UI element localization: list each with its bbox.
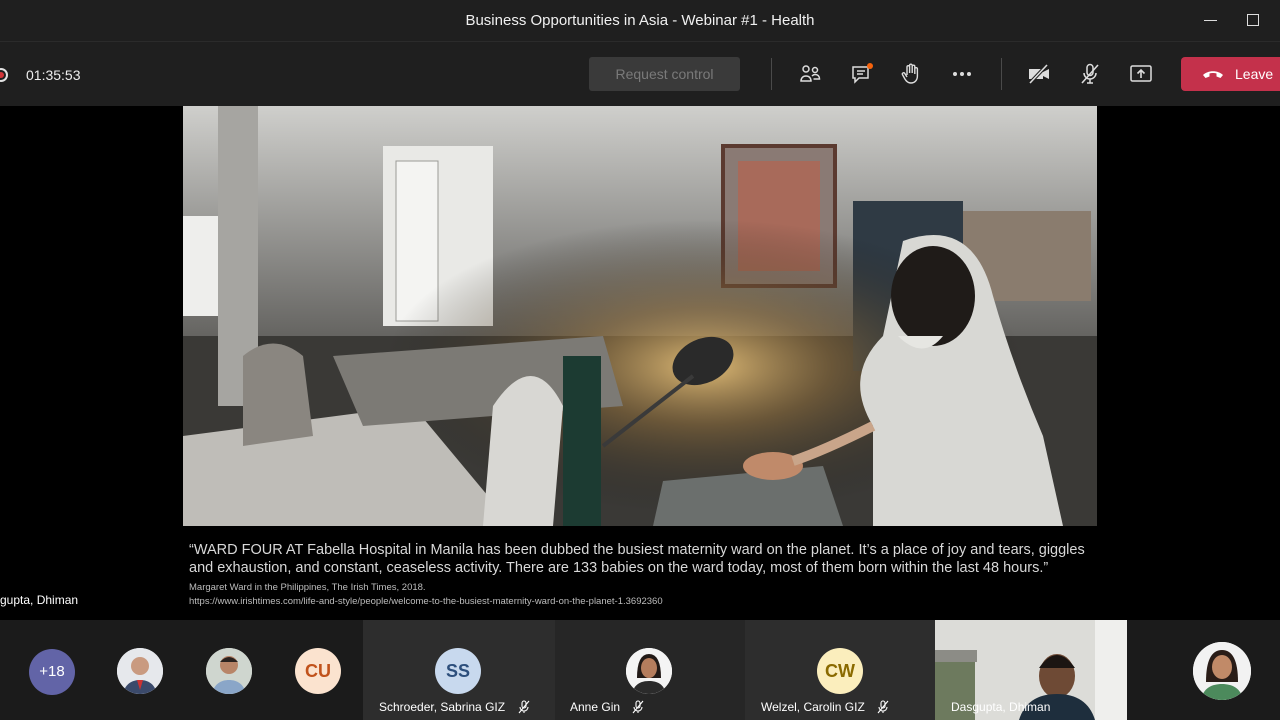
presenter-name: gupta, Dhiman (0, 593, 79, 607)
participant-tile[interactable]: Anne Gin (555, 620, 745, 720)
toolbar-divider (771, 58, 772, 90)
request-control-button[interactable]: Request control (589, 57, 740, 91)
caption-quote: “WARD FOUR AT Fabella Hospital in Manila… (189, 542, 1085, 576)
participant-tile[interactable]: SS Schroeder, Sabrina GIZ (363, 620, 555, 720)
meeting-controls: 01:35:53 Request control Leave (0, 42, 1280, 106)
title-bar: Business Opportunities in Asia - Webinar… (0, 0, 1280, 42)
caption-source: Margaret Ward in the Philippines, The Ir… (189, 582, 426, 593)
self-avatar[interactable] (1193, 642, 1251, 700)
participant-name: Schroeder, Sabrina GIZ (379, 700, 506, 714)
avatar: CW (817, 648, 863, 694)
avatar[interactable] (206, 648, 252, 694)
toolbar-divider (1001, 58, 1002, 90)
raise-hand-icon[interactable] (899, 62, 923, 86)
participant-tile[interactable]: CW Welzel, Carolin GIZ (745, 620, 935, 720)
recording-icon (0, 68, 8, 82)
shared-content-stage: “WARD FOUR AT Fabella Hospital in Manila… (0, 106, 1280, 620)
phone-hangup-icon (1203, 71, 1223, 78)
more-options-icon[interactable] (950, 62, 974, 86)
avatar: SS (435, 648, 481, 694)
avatar[interactable] (117, 648, 163, 694)
camera-off-icon[interactable] (1027, 62, 1051, 86)
participant-gallery: +18 CU SS Schroeder, Sabrina GIZ Anne Gi… (0, 620, 1280, 720)
participant-name: Welzel, Carolin GIZ (761, 700, 865, 714)
participant-video-tile[interactable]: Dasgupta, Dhiman (935, 620, 1127, 720)
caption-url: https://www.irishtimes.com/life-and-styl… (189, 596, 663, 607)
participant-photo (626, 648, 672, 694)
slide-photo (183, 106, 1097, 526)
overflow-count: +18 (39, 663, 65, 680)
avatar-initials: CW (825, 661, 855, 681)
participant-name: Anne Gin (570, 700, 621, 714)
participant-name: Dasgupta, Dhiman (951, 700, 1051, 714)
participant-photo (1193, 642, 1251, 700)
avatar-initials: CU (305, 661, 331, 681)
leave-label: Leave (1235, 66, 1274, 82)
avatar[interactable]: CU (295, 648, 341, 694)
slide-caption: “WARD FOUR AT Fabella Hospital in Manila… (189, 541, 1089, 597)
avatar-initials: SS (445, 661, 470, 681)
maximize-icon[interactable] (1247, 14, 1259, 26)
mic-off-icon (877, 700, 889, 714)
chat-icon[interactable] (850, 62, 874, 86)
mic-off-icon[interactable] (1078, 62, 1102, 86)
overflow-participants-button[interactable]: +18 (29, 649, 75, 695)
participant-photo (206, 648, 252, 694)
leave-button[interactable]: Leave (1181, 57, 1280, 91)
share-screen-icon[interactable] (1129, 62, 1153, 86)
window-title: Business Opportunities in Asia - Webinar… (465, 12, 815, 29)
participant-photo (117, 648, 163, 694)
mic-off-icon (518, 700, 530, 714)
avatar (626, 648, 672, 694)
meeting-timer: 01:35:53 (26, 67, 81, 83)
minimize-icon[interactable] (1204, 20, 1217, 21)
mic-off-icon (632, 700, 644, 714)
participants-icon[interactable] (798, 62, 822, 86)
